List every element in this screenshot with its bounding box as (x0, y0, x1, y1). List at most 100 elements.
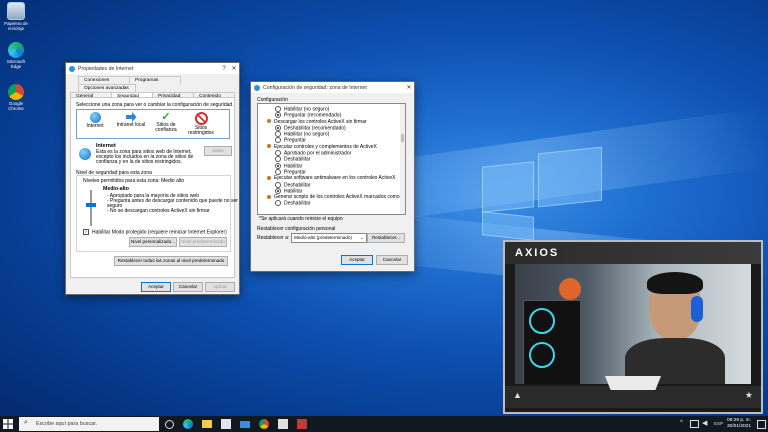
tab-programas[interactable]: Programas (129, 76, 181, 84)
setting-label: Deshabilitar (284, 156, 311, 163)
close-icon[interactable]: ✕ (229, 65, 239, 72)
level-name: Medio-alto (103, 186, 129, 192)
radio-icon (275, 168, 281, 175)
windows-start-icon (3, 419, 13, 429)
overlay-brand: AXIOS (515, 247, 560, 259)
volume-icon[interactable]: ◀ (702, 419, 707, 427)
windows-logo-pane (482, 161, 534, 213)
setting-gear-icon (267, 119, 271, 124)
desktop-icon-edge[interactable]: Microsoft Edge (2, 42, 30, 69)
taskbar-search[interactable]: ⌕ Escribe aquí para buscar. (19, 417, 159, 431)
fan-ring (529, 342, 555, 368)
radio-icon (275, 156, 281, 163)
security-tab-panel: Seleccione una zona para ver o cambiar l… (70, 97, 238, 278)
footer-logo (605, 376, 661, 390)
setting-heading[interactable]: Ejecutar software antimalware en los con… (267, 175, 396, 182)
globe-icon (89, 112, 101, 123)
restart-note: *Se aplicará cuando reinicie el equipo (259, 216, 343, 222)
file-explorer-icon[interactable] (202, 420, 212, 428)
person-hair (647, 272, 703, 294)
radio-icon (275, 150, 281, 157)
zone-restricted[interactable]: Sitios restringidos (185, 112, 217, 136)
radio-selected-icon (275, 112, 281, 119)
ie-icon (254, 84, 260, 91)
taskbar: ⌕ Escribe aquí para buscar. ^ ◀ ESP 08:2… (0, 416, 768, 432)
zone-desc-line: confianza y en la de sitios restringidos… (96, 159, 182, 165)
default-level-button[interactable]: Nivel predeterminado (179, 237, 227, 247)
zone-globe-small-icon (79, 148, 91, 160)
ie-icon (69, 65, 75, 72)
protected-mode-checkbox[interactable]: ✓ Habilitar Modo protegido (requiere rein… (83, 229, 227, 235)
tree-scrollbar[interactable] (400, 104, 405, 214)
props-apply-button[interactable]: Aplicar (205, 282, 235, 292)
settings-tree[interactable]: Habilitar (no seguro) Preguntar (recomend… (257, 103, 406, 215)
zone-intranet[interactable]: Intranet local (114, 112, 148, 128)
setting-option[interactable]: Deshabilitar (275, 200, 393, 207)
setting-label: Deshabilitar (284, 181, 311, 188)
chevron-down-icon: ⌄ (360, 235, 364, 240)
setting-label: Generar scripts de los controles ActiveX… (274, 194, 406, 201)
props-ok-button[interactable]: Aceptar (141, 282, 171, 292)
level-point: - Pregunta antes de descargar contenido … (107, 198, 238, 204)
zone-prompt: Seleccione una zona para ver o cambiar l… (76, 102, 234, 108)
reset-all-zones-button[interactable]: Restablecer todas las zonas al nivel pre… (114, 256, 228, 266)
security-level-slider[interactable] (86, 190, 96, 226)
start-button[interactable] (3, 419, 13, 429)
checkbox-checked-icon: ✓ (83, 229, 89, 235)
search-placeholder: Escribe aquí para buscar. (36, 421, 98, 427)
scrollbar-thumb[interactable] (401, 134, 404, 142)
zone-trusted[interactable]: ✓ Sitios de confianza (151, 112, 181, 133)
radio-icon (275, 106, 281, 112)
star-icon: ★ (744, 390, 753, 400)
setting-label: Deshabilitar (284, 200, 311, 207)
sec-titlebar[interactable]: Configuración de seguridad: zona de Inte… (251, 82, 414, 93)
sec-cancel-button[interactable]: Cancelar (376, 255, 408, 265)
chrome-taskbar-icon[interactable] (259, 419, 269, 429)
security-settings-window: Configuración de seguridad: zona de Inte… (250, 81, 415, 272)
tab-conexiones[interactable]: Conexiones (78, 76, 130, 84)
search-icon: ⌕ (24, 419, 28, 426)
setting-label: Ejecutar controles y complementos de Act… (274, 143, 377, 150)
reset-level-select[interactable]: Medio-alto (predeterminado) ⌄ (291, 233, 367, 243)
clock-time[interactable]: 08:29 p. m. (727, 418, 751, 423)
props-titlebar[interactable]: Propiedades de Internet ? ✕ (66, 63, 239, 74)
app-taskbar-icon[interactable] (278, 419, 288, 429)
network-icon[interactable] (690, 420, 699, 428)
reset-button[interactable]: Restablecer... (367, 233, 405, 243)
restricted-icon (194, 112, 208, 125)
notifications-icon[interactable] (757, 420, 766, 429)
radio-selected-icon (275, 124, 281, 131)
person (625, 272, 725, 384)
desktop-icon-chrome[interactable]: Google Chrome (2, 84, 30, 111)
task-view-icon[interactable] (165, 420, 174, 429)
clock-date[interactable]: 30/01/2021 (727, 424, 751, 429)
tray-chevron-icon[interactable]: ^ (680, 420, 683, 426)
setting-label: Descargar los controles ActiveX sin firm… (274, 118, 367, 125)
level-point: - No se descargan controles ActiveX sin … (107, 208, 210, 214)
app-taskbar-icon[interactable] (297, 419, 307, 429)
desktop-icon-recycle-bin[interactable]: Papelera de reciclaje (2, 2, 30, 31)
edge-taskbar-icon[interactable] (183, 419, 193, 429)
settings-tree-items: Habilitar (no seguro) Preguntar (recomend… (267, 106, 405, 207)
radio-icon (275, 131, 281, 138)
close-icon[interactable]: ✕ (404, 84, 414, 91)
webcam-overlay: AXIOS ▲ ★ (503, 240, 763, 414)
mail-icon[interactable] (240, 421, 250, 428)
chrome-icon (8, 84, 24, 100)
sites-button[interactable]: Sitios (204, 146, 232, 156)
slider-thumb[interactable] (86, 203, 96, 207)
sec-ok-button[interactable]: Aceptar (341, 255, 373, 265)
props-cancel-button[interactable]: Cancelar (173, 282, 203, 292)
language-indicator[interactable]: ESP (714, 421, 723, 426)
setting-label: Ejecutar software antimalware en los con… (274, 175, 396, 182)
zone-internet[interactable]: Internet (80, 112, 110, 129)
help-icon[interactable]: ? (219, 66, 229, 72)
radio-icon (275, 200, 281, 207)
store-icon[interactable] (221, 419, 231, 429)
edge-icon (8, 42, 24, 58)
custom-level-button[interactable]: Nivel personalizado... (129, 237, 177, 247)
radio-selected-icon (275, 162, 281, 169)
headset-icon (691, 296, 703, 322)
intranet-icon (125, 112, 137, 122)
tab-opciones-avanzadas[interactable]: Opciones avanzadas (78, 84, 136, 92)
